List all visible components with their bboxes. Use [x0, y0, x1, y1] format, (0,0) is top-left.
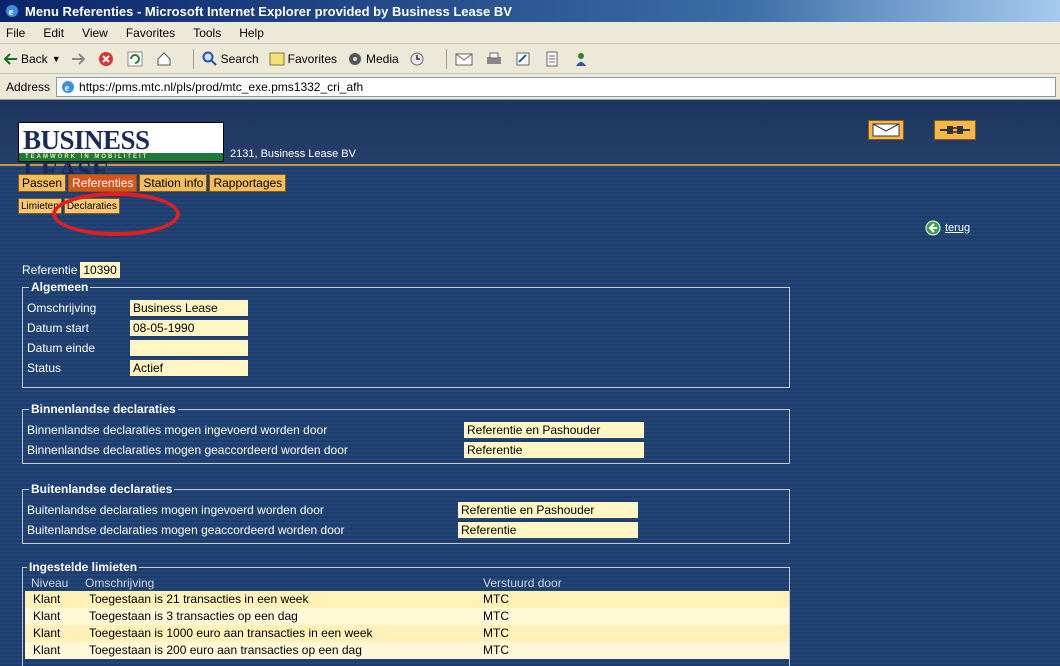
table-row: Klant Toegestaan is 200 euro aan transac…	[25, 642, 789, 659]
omschrijving-row: Omschrijving Business Lease	[27, 298, 785, 318]
table-row: Klant Toegestaan is 21 transacties in ee…	[25, 591, 789, 608]
referentie-row: Referentie 10390	[22, 262, 120, 278]
edit-icon	[516, 52, 530, 65]
back-circle-icon	[925, 220, 941, 236]
limieten-legend: Ingestelde limieten	[29, 560, 138, 574]
binnenland-geaccordeerd-row: Binnenlandse declaraties mogen geaccorde…	[27, 440, 785, 460]
browser-toolbar: Back ▼ Search Favorites Media	[0, 44, 1060, 74]
algemeen-legend: Algemeen	[31, 280, 89, 294]
table-row: Klant Toegestaan is 3 transacties op een…	[25, 608, 789, 625]
messenger-button[interactable]	[573, 51, 592, 67]
menu-help[interactable]: Help	[239, 26, 264, 40]
mail-button[interactable]	[455, 51, 476, 67]
buitenland-geaccordeerd-row: Buitenlandse declaraties mogen geaccorde…	[27, 520, 785, 540]
address-url: https://pms.mtc.nl/pls/prod/mtc_exe.pms1…	[79, 79, 364, 94]
svg-text:e: e	[65, 83, 70, 94]
address-label: Address	[6, 79, 51, 94]
algemeen-fieldset: Algemeen Omschrijving Business Lease Dat…	[22, 280, 790, 388]
buitenland-ingevoerd-value: Referentie en Pashouder	[458, 502, 638, 518]
main-nav-tabs: Passen Referenties Station info Rapporta…	[18, 174, 288, 192]
referentie-value: 10390	[80, 262, 120, 278]
search-button[interactable]: Search	[202, 51, 259, 67]
history-button[interactable]	[409, 51, 428, 67]
tab-rapportages[interactable]: Rapportages	[209, 174, 287, 192]
plug-icon	[940, 126, 970, 134]
tab-passen[interactable]: Passen	[18, 174, 67, 192]
menu-view[interactable]: View	[82, 26, 108, 40]
page-icon: e	[62, 80, 75, 94]
edit-button[interactable]	[515, 51, 534, 67]
buitenland-ingevoerd-row: Buitenlandse declaraties mogen ingevoerd…	[27, 500, 785, 520]
forward-arrow-icon	[71, 52, 85, 65]
stop-icon	[98, 51, 113, 66]
window-title: Menu Referenties - Microsoft Internet Ex…	[25, 3, 512, 19]
binnenlandse-declaraties-fieldset: Binnenlandse declaraties Binnenlandse de…	[22, 402, 790, 464]
binnenland-ingevoerd-row: Binnenlandse declaraties mogen ingevoerd…	[27, 420, 785, 440]
back-link[interactable]: terug	[925, 220, 970, 236]
menu-tools[interactable]: Tools	[193, 26, 221, 40]
tab-referenties[interactable]: Referenties	[68, 174, 138, 192]
ingestelde-limieten-fieldset: Ingestelde limieten Niveau Omschrijving …	[22, 560, 790, 666]
page-content: BUSINESS LEASE TEAMWORK IN MOBILITEIT 21…	[0, 100, 1060, 666]
status-value: Actief	[130, 360, 248, 376]
media-button[interactable]: Media	[347, 51, 399, 67]
window-title-bar: e Menu Referenties - Microsoft Internet …	[0, 0, 1060, 22]
limieten-header: Niveau Omschrijving Verstuurd door	[31, 576, 562, 590]
datum-einde-row: Datum einde	[27, 338, 785, 358]
datum-start-value: 08-05-1990	[130, 320, 248, 336]
document-icon	[546, 51, 558, 66]
buitenland-geaccordeerd-value: Referentie	[458, 522, 638, 538]
refresh-button[interactable]	[127, 51, 146, 67]
home-button[interactable]	[156, 51, 175, 67]
chevron-down-icon: ▼	[51, 53, 61, 64]
toolbar-separator	[192, 48, 194, 69]
menu-bar: File Edit View Favorites Tools Help	[0, 22, 1060, 44]
binnenland-geaccordeerd-value: Referentie	[464, 442, 644, 458]
envelope-icon	[872, 123, 900, 137]
binnenlandse-legend: Binnenlandse declaraties	[31, 402, 176, 416]
stop-button[interactable]	[98, 51, 117, 67]
referentie-label: Referentie	[22, 263, 78, 277]
company-name: 2131, Business Lease BV	[230, 148, 356, 160]
svg-text:e: e	[9, 6, 14, 18]
media-icon	[349, 52, 361, 65]
menu-favorites[interactable]: Favorites	[126, 26, 175, 40]
back-arrow-icon	[4, 52, 17, 65]
messenger-icon	[575, 52, 586, 66]
favorites-button[interactable]: Favorites	[269, 51, 337, 67]
omschrijving-value: Business Lease	[130, 300, 248, 316]
discuss-button[interactable]	[544, 51, 563, 67]
home-icon	[157, 51, 171, 65]
buitenlandse-declaraties-fieldset: Buitenlandse declaraties Buitenlandse de…	[22, 482, 790, 544]
datum-start-row: Datum start 08-05-1990	[27, 318, 785, 338]
refresh-icon	[127, 51, 143, 66]
binnenland-ingevoerd-value: Referentie en Pashouder	[464, 422, 644, 438]
status-row: Status Actief	[27, 358, 785, 378]
limieten-rows: Klant Toegestaan is 21 transacties in ee…	[25, 591, 789, 659]
logout-button[interactable]	[934, 120, 976, 140]
mail-icon	[455, 53, 473, 65]
menu-file[interactable]: File	[6, 26, 25, 40]
buitenlandse-legend: Buitenlandse declaraties	[31, 482, 173, 496]
print-button[interactable]	[486, 51, 505, 67]
page-header: BUSINESS LEASE TEAMWORK IN MOBILITEIT 21…	[0, 100, 1060, 186]
mail-header-button[interactable]	[868, 120, 904, 140]
datum-einde-value	[130, 340, 248, 356]
forward-button[interactable]	[71, 52, 88, 65]
back-button[interactable]: Back ▼	[4, 52, 61, 66]
favorites-icon	[269, 52, 285, 65]
address-bar: Address e https://pms.mtc.nl/pls/prod/mt…	[0, 74, 1060, 100]
history-icon	[410, 52, 424, 65]
print-icon	[486, 52, 501, 64]
business-lease-logo: BUSINESS LEASE TEAMWORK IN MOBILITEIT	[18, 122, 224, 186]
table-row: Klant Toegestaan is 1000 euro aan transa…	[25, 625, 789, 642]
address-input[interactable]: e https://pms.mtc.nl/pls/prod/mtc_exe.pm…	[56, 76, 1056, 97]
tab-station-info[interactable]: Station info	[139, 174, 208, 192]
search-icon	[202, 51, 217, 66]
red-highlight-annotation	[52, 192, 180, 236]
toolbar-separator	[445, 48, 447, 69]
internet-explorer-icon: e	[6, 5, 18, 18]
menu-edit[interactable]: Edit	[43, 26, 64, 40]
